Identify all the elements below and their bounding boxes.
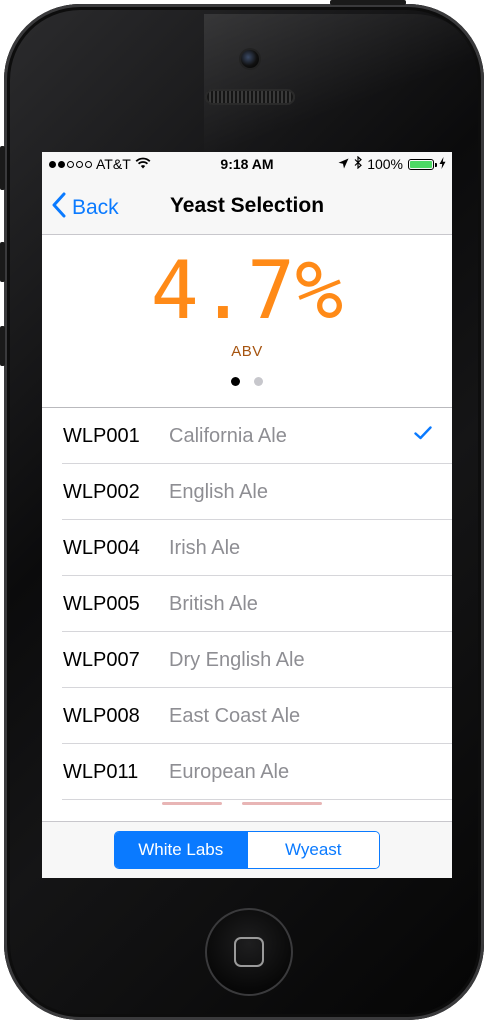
yeast-name: East Coast Ale <box>169 705 301 727</box>
front-camera <box>241 50 259 68</box>
power-button <box>330 0 406 5</box>
charging-bolt-icon <box>439 156 446 172</box>
yeast-list: WLP001 California Ale WLP002 English Ale… <box>42 408 452 800</box>
yeast-code: WLP007 <box>63 649 140 671</box>
volume-down-button <box>0 326 5 366</box>
segment-white-labs[interactable]: White Labs <box>115 832 247 868</box>
page-control[interactable] <box>42 377 452 386</box>
partial-list-item <box>42 800 452 810</box>
segment-wyeast[interactable]: Wyeast <box>246 832 379 868</box>
abv-value: 4.7% <box>150 244 344 337</box>
screen-glare <box>204 14 484 154</box>
bottom-toolbar: White Labs Wyeast <box>42 821 452 878</box>
page-title: Yeast Selection <box>169 194 325 217</box>
yeast-name: Dry English Ale <box>169 649 305 671</box>
abv-header[interactable]: 4.7% ABV <box>42 235 452 408</box>
list-item[interactable]: WLP005 British Ale <box>42 576 452 632</box>
yeast-name: English Ale <box>169 481 268 503</box>
yeast-code: WLP011 <box>63 761 139 783</box>
yeast-code: WLP008 <box>63 705 140 727</box>
list-item[interactable]: WLP007 Dry English Ale <box>42 632 452 688</box>
list-item[interactable]: WLP004 Irish Ale <box>42 520 452 576</box>
yeast-code: WLP002 <box>63 481 140 503</box>
volume-up-button <box>0 242 5 282</box>
page-dot-1 <box>231 377 240 386</box>
yeast-code: WLP001 <box>63 425 140 447</box>
location-arrow-icon <box>338 156 349 172</box>
abv-label: ABV <box>231 343 263 360</box>
yeast-name: California Ale <box>169 425 287 447</box>
lab-segmented-control: White Labs Wyeast <box>114 831 380 869</box>
battery-icon <box>408 158 437 170</box>
bluetooth-icon <box>354 155 363 172</box>
screen: AT&T 9:18 AM 100% Back Yeast Selection 4… <box>42 152 452 878</box>
mute-switch <box>0 146 5 190</box>
checkmark-icon <box>414 426 432 445</box>
list-item[interactable]: WLP011 European Ale <box>42 744 452 800</box>
home-button[interactable] <box>205 908 293 996</box>
battery-percent: 100% <box>367 156 403 172</box>
list-item[interactable]: WLP001 California Ale <box>42 408 452 464</box>
status-bar: AT&T 9:18 AM 100% <box>42 152 452 178</box>
status-right: 100% <box>338 155 446 172</box>
yeast-name: British Ale <box>169 593 258 615</box>
yeast-code: WLP004 <box>63 537 140 559</box>
home-square-icon <box>234 937 264 967</box>
yeast-code: WLP005 <box>63 593 140 615</box>
yeast-name: Irish Ale <box>169 537 241 559</box>
earpiece-speaker <box>205 89 295 105</box>
list-item[interactable]: WLP002 English Ale <box>42 464 452 520</box>
navigation-bar: Back Yeast Selection <box>42 178 452 235</box>
list-item[interactable]: WLP008 East Coast Ale <box>42 688 452 744</box>
yeast-name: European Ale <box>169 761 290 783</box>
page-dot-2 <box>254 377 263 386</box>
